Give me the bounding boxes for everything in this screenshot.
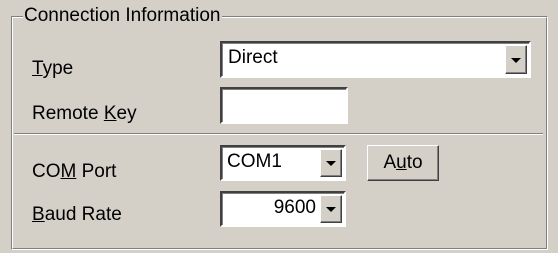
remote-key-input[interactable]: [220, 87, 348, 124]
com-port-select[interactable]: COM1: [220, 145, 346, 181]
chevron-down-icon: [511, 57, 521, 63]
com-port-dropdown-button[interactable]: [320, 149, 342, 177]
type-select-value: Direct: [228, 47, 278, 68]
auto-button[interactable]: Auto: [367, 145, 439, 181]
baud-rate-select[interactable]: 9600: [220, 191, 346, 227]
com-port-label: COM Port: [32, 161, 117, 182]
type-select[interactable]: Direct: [220, 41, 531, 78]
chevron-down-icon: [326, 161, 336, 166]
baud-rate-value: 9600: [273, 197, 316, 218]
section-divider: [14, 133, 543, 135]
group-title: Connection Information: [23, 4, 223, 28]
remote-key-label: Remote Key: [32, 103, 137, 124]
baud-rate-dropdown-button[interactable]: [320, 195, 342, 223]
chevron-down-icon: [326, 207, 336, 212]
type-label: Type: [32, 58, 74, 79]
com-port-value: COM1: [227, 151, 282, 172]
type-dropdown-button[interactable]: [505, 45, 527, 74]
baud-rate-label: Baud Rate: [32, 204, 122, 225]
